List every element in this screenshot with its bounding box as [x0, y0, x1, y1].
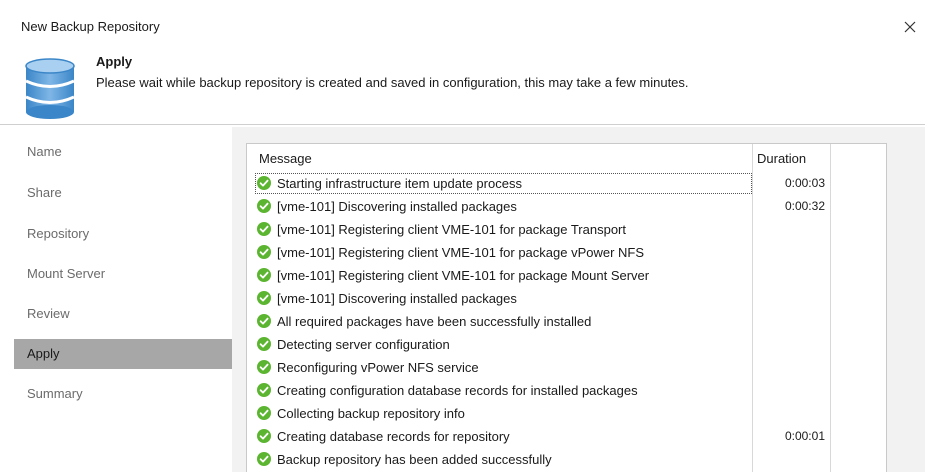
step-title: Apply	[96, 54, 133, 69]
new-backup-repository-dialog: New Backup Repository Apply Please wait …	[0, 0, 925, 472]
message-cell: [vme-101] Discovering installed packages	[255, 196, 752, 217]
message-cell: Starting infrastructure item update proc…	[255, 173, 752, 194]
duration-text: 0:00:32	[784, 199, 825, 213]
table-row[interactable]: Reconfiguring vPower NFS service	[247, 356, 886, 379]
table-row[interactable]: [vme-101] Discovering installed packages…	[247, 195, 886, 218]
sidebar-item-apply[interactable]: Apply	[14, 339, 232, 369]
check-circle-icon	[257, 199, 271, 213]
message-cell: Creating configuration database records …	[255, 380, 752, 401]
message-text: Creating database records for repository	[277, 429, 510, 444]
log-rows: Starting infrastructure item update proc…	[247, 172, 886, 471]
table-row[interactable]: [vme-101] Registering client VME-101 for…	[247, 218, 886, 241]
log-table[interactable]: Message Duration Starting infrastructure…	[246, 143, 887, 472]
message-text: [vme-101] Discovering installed packages	[277, 199, 517, 214]
table-row[interactable]: Creating configuration database records …	[247, 379, 886, 402]
sidebar-item-name[interactable]: Name	[14, 137, 232, 167]
sidebar-item-summary[interactable]: Summary	[14, 379, 232, 409]
duration-text: 0:00:03	[784, 176, 825, 190]
message-cell: [vme-101] Registering client VME-101 for…	[255, 219, 752, 240]
message-cell: [vme-101] Discovering installed packages	[255, 288, 752, 309]
step-header: Apply Please wait while backup repositor…	[0, 40, 925, 125]
table-row[interactable]: Starting infrastructure item update proc…	[247, 172, 886, 195]
message-cell: [vme-101] Registering client VME-101 for…	[255, 242, 752, 263]
check-circle-icon	[257, 291, 271, 305]
check-circle-icon	[257, 360, 271, 374]
sidebar-item-mount-server[interactable]: Mount Server	[14, 259, 232, 289]
check-circle-icon	[257, 429, 271, 443]
message-text: [vme-101] Registering client VME-101 for…	[277, 222, 627, 237]
table-row[interactable]: [vme-101] Discovering installed packages	[247, 287, 886, 310]
table-row[interactable]: [vme-101] Registering client VME-101 for…	[247, 264, 886, 287]
table-row[interactable]: [vme-101] Registering client VME-101 for…	[247, 241, 886, 264]
check-circle-icon	[257, 176, 271, 190]
message-text: All required packages have been successf…	[277, 314, 592, 329]
check-circle-icon	[257, 222, 271, 236]
title-bar: New Backup Repository	[0, 0, 925, 40]
check-circle-icon	[257, 383, 271, 397]
table-row[interactable]: Creating database records for repository…	[247, 425, 886, 448]
message-text: Reconfiguring vPower NFS service	[277, 360, 479, 375]
message-text: Detecting server configuration	[277, 337, 450, 352]
step-description: Please wait while backup repository is c…	[96, 75, 689, 90]
database-icon	[25, 58, 75, 119]
table-row[interactable]: All required packages have been successf…	[247, 310, 886, 333]
table-row[interactable]: Detecting server configuration	[247, 333, 886, 356]
message-cell: Detecting server configuration	[255, 334, 752, 355]
sidebar-item-review[interactable]: Review	[14, 299, 232, 329]
message-cell: Collecting backup repository info	[255, 403, 752, 424]
check-circle-icon	[257, 268, 271, 282]
check-circle-icon	[257, 452, 271, 466]
message-text: [vme-101] Registering client VME-101 for…	[277, 245, 645, 260]
close-icon[interactable]	[901, 18, 919, 36]
window-title: New Backup Repository	[21, 19, 160, 34]
message-text: [vme-101] Registering client VME-101 for…	[277, 268, 650, 283]
message-text: Collecting backup repository info	[277, 406, 465, 421]
message-cell: All required packages have been successf…	[255, 311, 752, 332]
message-text: Backup repository has been added success…	[277, 452, 552, 467]
check-circle-icon	[257, 406, 271, 420]
check-circle-icon	[257, 337, 271, 351]
content-panel: Message Duration Starting infrastructure…	[232, 127, 925, 472]
message-text: [vme-101] Discovering installed packages	[277, 291, 517, 306]
message-text: Starting infrastructure item update proc…	[277, 176, 522, 191]
table-row[interactable]: Backup repository has been added success…	[247, 448, 886, 471]
wizard-steps-sidebar: Name Share Repository Mount Server Revie…	[14, 127, 232, 472]
duration-column-header[interactable]: Duration	[757, 151, 806, 166]
message-column-header[interactable]: Message	[259, 151, 312, 166]
sidebar-item-share[interactable]: Share	[14, 178, 232, 208]
message-cell: Backup repository has been added success…	[255, 449, 752, 470]
message-cell: Reconfiguring vPower NFS service	[255, 357, 752, 378]
message-text: Creating configuration database records …	[277, 383, 638, 398]
message-cell: [vme-101] Registering client VME-101 for…	[255, 265, 752, 286]
check-circle-icon	[257, 314, 271, 328]
sidebar-item-repository[interactable]: Repository	[14, 219, 232, 249]
check-circle-icon	[257, 245, 271, 259]
message-cell: Creating database records for repository	[255, 426, 752, 447]
table-row[interactable]: Collecting backup repository info	[247, 402, 886, 425]
duration-text: 0:00:01	[784, 429, 825, 443]
header-divider	[0, 124, 925, 125]
